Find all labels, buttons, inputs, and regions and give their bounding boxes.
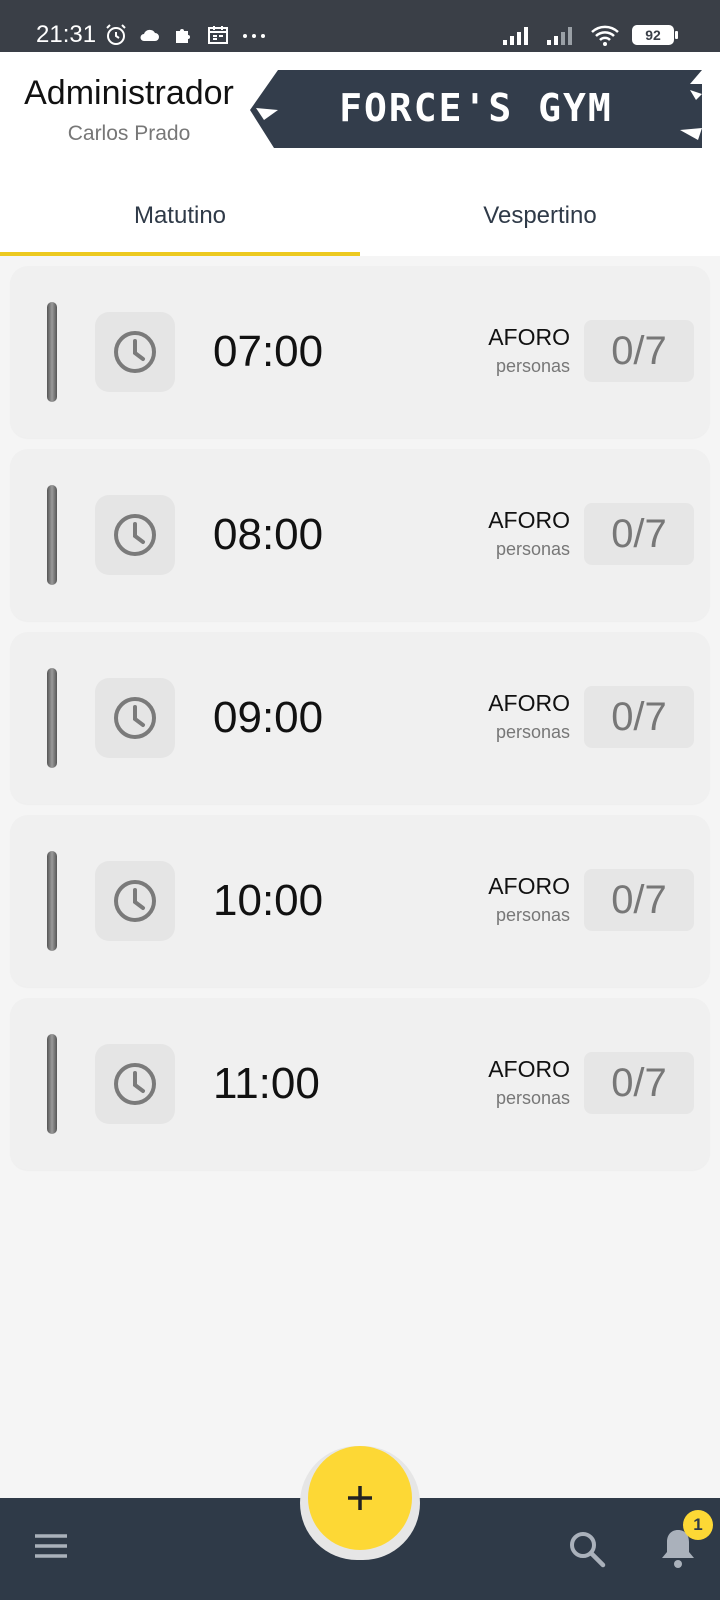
capacity-value: 0/7 xyxy=(584,686,694,748)
status-bar: 21:31 92 xyxy=(0,0,720,52)
slot-time: 09:00 xyxy=(213,693,324,742)
status-icons-left xyxy=(104,20,268,50)
slot-card[interactable]: 08:00 AFORO personas 0/7 xyxy=(10,449,710,621)
slot-time: 08:00 xyxy=(213,510,324,559)
alarm-icon xyxy=(106,24,126,45)
more-dots-icon xyxy=(243,34,265,38)
slot-indicator xyxy=(47,851,57,951)
puzzle-icon xyxy=(176,29,190,43)
capacity-value: 0/7 xyxy=(584,1052,694,1114)
status-time: 21:31 xyxy=(36,21,97,48)
menu-icon[interactable] xyxy=(33,1532,69,1560)
slot-card[interactable]: 09:00 AFORO personas 0/7 xyxy=(10,632,710,804)
battery-level: 92 xyxy=(632,25,674,45)
aforo-sub: personas xyxy=(495,539,570,559)
clock-icon-box xyxy=(95,312,175,392)
aforo-sub: personas xyxy=(495,722,570,742)
slot-indicator xyxy=(47,1034,57,1134)
clock-icon xyxy=(114,1063,156,1105)
slot-list: 07:00 AFORO personas 0/7 08:00 AFORO per… xyxy=(10,266,710,1181)
aforo-label: AFORO xyxy=(488,507,570,533)
battery-icon: 92 xyxy=(632,25,678,45)
aforo-label: AFORO xyxy=(488,873,570,899)
aforo-sub: personas xyxy=(495,356,570,376)
aforo-label: AFORO xyxy=(488,1056,570,1082)
status-icons-right: 92 xyxy=(502,20,678,50)
search-icon[interactable] xyxy=(568,1530,606,1568)
capacity-value: 0/7 xyxy=(584,503,694,565)
capacity-value: 0/7 xyxy=(584,320,694,382)
user-name: Carlos Prado xyxy=(67,122,191,145)
logo-text: FORCE'S GYM xyxy=(339,86,613,130)
clock-icon-box xyxy=(95,495,175,575)
aforo-sub: personas xyxy=(495,1088,570,1108)
aforo-label: AFORO xyxy=(488,324,570,350)
slot-card[interactable]: 11:00 AFORO personas 0/7 xyxy=(10,998,710,1170)
aforo-sub: personas xyxy=(495,905,570,925)
capacity-value: 0/7 xyxy=(584,869,694,931)
clock-icon xyxy=(114,331,156,373)
plus-icon xyxy=(348,1486,372,1510)
add-button[interactable] xyxy=(308,1446,412,1550)
calendar-icon xyxy=(208,26,228,44)
slot-indicator xyxy=(47,302,57,402)
slot-time: 10:00 xyxy=(213,876,324,925)
slot-card[interactable]: 07:00 AFORO personas 0/7 xyxy=(10,266,710,438)
aforo-label: AFORO xyxy=(488,690,570,716)
notification-badge: 1 xyxy=(683,1510,713,1540)
app-header: Administrador Carlos Prado FORCE'S GYM xyxy=(0,52,720,176)
signal-weak-icon xyxy=(547,27,572,45)
role-title: Administrador xyxy=(24,74,234,112)
slot-indicator xyxy=(47,485,57,585)
clock-icon-box xyxy=(95,1044,175,1124)
cloud-icon xyxy=(140,29,159,41)
clock-icon-box xyxy=(95,861,175,941)
tab-vespertino[interactable]: Vespertino xyxy=(360,176,720,256)
signal-icon xyxy=(503,27,528,45)
clock-icon xyxy=(114,697,156,739)
clock-icon xyxy=(114,880,156,922)
gym-logo: FORCE'S GYM xyxy=(250,70,702,148)
wifi-icon xyxy=(591,25,619,46)
clock-icon xyxy=(114,514,156,556)
slot-indicator xyxy=(47,668,57,768)
tab-matutino[interactable]: Matutino xyxy=(0,176,360,256)
slot-time: 07:00 xyxy=(213,327,324,376)
shift-tabs: Matutino Vespertino xyxy=(0,176,720,256)
slot-time: 11:00 xyxy=(213,1059,320,1108)
clock-icon-box xyxy=(95,678,175,758)
slot-card[interactable]: 10:00 AFORO personas 0/7 xyxy=(10,815,710,987)
